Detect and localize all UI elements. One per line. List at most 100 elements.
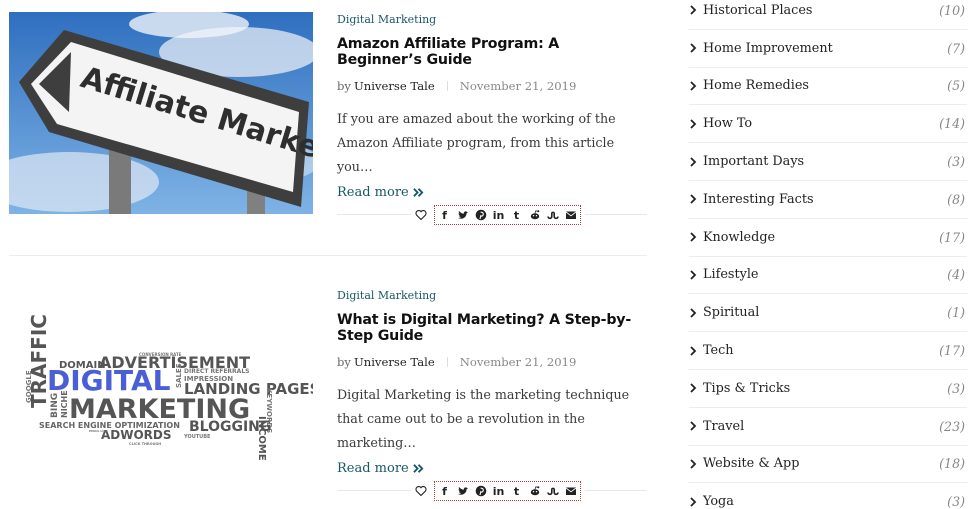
twitter-icon[interactable]	[455, 483, 470, 499]
chevron-right-icon	[690, 232, 697, 242]
chevron-right-icon	[690, 156, 697, 167]
post-body: Digital Marketing Amazon Affiliate Progr…	[337, 12, 647, 200]
post-thumbnail-affiliate-marketing[interactable]: Affiliate Marketing	[9, 12, 313, 214]
sidebar-item-label: Yoga	[703, 494, 734, 509]
sidebar-item-label: Tech	[703, 343, 734, 359]
sidebar-item-label: Lifestyle	[703, 267, 759, 283]
sidebar-item-yoga[interactable]: Yoga (3)	[689, 483, 967, 509]
stumbleupon-icon[interactable]	[545, 483, 560, 499]
sidebar-item-tips-tricks[interactable]: Tips & Tricks (3)	[689, 370, 967, 408]
svg-text:ADWORDS: ADWORDS	[101, 428, 172, 442]
sidebar-item-label: Tips & Tricks	[703, 380, 791, 396]
pinterest-icon[interactable]	[473, 207, 488, 223]
post-body: Digital Marketing What is Digital Market…	[337, 288, 647, 476]
read-more-link[interactable]: Read more	[337, 185, 424, 200]
svg-text:DIRECT REFERRALS: DIRECT REFERRALS	[184, 368, 249, 375]
sidebar-item-count: (14)	[939, 116, 965, 132]
meta-separator	[446, 81, 448, 91]
chevron-right-icon	[690, 270, 697, 280]
chevron-right-icon	[690, 345, 697, 356]
read-more-label: Read more	[337, 461, 409, 476]
svg-text:BING: BING	[50, 393, 60, 418]
facebook-icon[interactable]: f	[437, 483, 452, 499]
sidebar-item-count: (5)	[947, 78, 965, 94]
sidebar-item-count: (4)	[947, 267, 965, 283]
read-more-label: Read more	[337, 185, 409, 200]
sidebar-item-spiritual[interactable]: Spiritual (1)	[689, 294, 967, 333]
sidebar-item-label: Historical Places	[703, 2, 813, 18]
email-icon[interactable]	[563, 483, 578, 499]
by-label: by	[337, 355, 351, 369]
sidebar-item-count: (18)	[939, 456, 965, 472]
sidebar-item-count: (23)	[939, 418, 965, 434]
tumblr-icon[interactable]: t	[509, 207, 524, 223]
linkedin-icon[interactable]: in	[491, 483, 506, 499]
tumblr-icon[interactable]: t	[509, 483, 524, 499]
sidebar-item-historical-places[interactable]: Historical Places (10)	[689, 0, 967, 30]
chevron-right-icon	[690, 194, 697, 205]
like-heart-icon[interactable]	[415, 485, 427, 497]
sidebar-item-knowledge[interactable]: Knowledge (17)	[689, 219, 967, 257]
author-link[interactable]: Universe Tale	[354, 355, 435, 369]
svg-text:SALES: SALES	[175, 363, 183, 388]
sidebar-item-count: (10)	[939, 2, 965, 18]
sidebar-item-how-to[interactable]: How To (14)	[689, 105, 967, 144]
sidebar-item-label: Important Days	[703, 154, 805, 170]
twitter-icon[interactable]	[455, 207, 470, 223]
post-date: November 21, 2019	[459, 355, 577, 369]
post-thumbnail-digital-marketing[interactable]: DOMAIN ADVERTISEMENT CONVERSION RATE TRA…	[9, 288, 313, 490]
sidebar-item-count: (1)	[947, 305, 965, 321]
sidebar-item-important-days[interactable]: Important Days (3)	[689, 143, 967, 181]
sidebar-item-count: (7)	[947, 40, 965, 56]
sidebar-item-label: How To	[703, 116, 753, 132]
affiliate-marketing-image: Affiliate Marketing	[9, 12, 313, 214]
sidebar-item-tech[interactable]: Tech (17)	[689, 332, 967, 370]
chevron-right-icon	[690, 421, 697, 431]
read-more-link[interactable]: Read more	[337, 461, 424, 476]
svg-text:NICHE: NICHE	[60, 390, 69, 418]
sidebar-item-count: (8)	[947, 191, 965, 207]
linkedin-icon[interactable]: in	[491, 207, 506, 223]
post-category-link[interactable]: Digital Marketing	[337, 13, 647, 26]
like-heart-icon[interactable]	[415, 209, 427, 221]
post-card-1: Affiliate Marketing Digital Marketing Am…	[9, 12, 647, 242]
post-title[interactable]: Amazon Affiliate Program: A Beginner’s G…	[337, 36, 647, 68]
sidebar-item-interesting-facts[interactable]: Interesting Facts (8)	[689, 181, 967, 219]
sidebar-item-website-app[interactable]: Website & App (18)	[689, 446, 967, 484]
sidebar-item-label: Interesting Facts	[703, 191, 814, 207]
svg-text:GOOGLE: GOOGLE	[25, 370, 33, 403]
sidebar-item-label: Home Improvement	[703, 40, 833, 56]
chevron-right-icon	[690, 5, 697, 16]
sidebar-item-home-improvement[interactable]: Home Improvement (7)	[689, 30, 967, 68]
svg-text:YOUTUBE: YOUTUBE	[183, 434, 211, 440]
post-title[interactable]: What is Digital Marketing? A Step-by-Ste…	[337, 312, 647, 344]
sidebar-item-count: (3)	[947, 380, 965, 396]
post-category-link[interactable]: Digital Marketing	[337, 289, 647, 302]
post-excerpt: Digital Marketing is the marketing techn…	[337, 387, 630, 450]
reddit-icon[interactable]	[527, 207, 542, 223]
post-share-bar: f in t	[337, 205, 647, 225]
sidebar-item-count: (3)	[947, 494, 965, 509]
chevron-right-icon	[690, 43, 697, 53]
sidebar-item-count: (17)	[939, 229, 965, 245]
sidebar-item-count: (17)	[939, 343, 965, 359]
stumbleupon-icon[interactable]	[545, 207, 560, 223]
reddit-icon[interactable]	[527, 483, 542, 499]
post-divider	[9, 255, 647, 256]
sidebar-item-travel[interactable]: Travel (23)	[689, 408, 967, 446]
pinterest-icon[interactable]	[473, 483, 488, 499]
sidebar-item-label: Knowledge	[703, 229, 776, 245]
post-meta: by Universe Tale November 21, 2019	[337, 355, 647, 369]
chevron-right-icon	[690, 81, 697, 91]
double-chevron-right-icon	[413, 464, 424, 473]
sidebar-item-home-remedies[interactable]: Home Remedies (5)	[689, 68, 967, 106]
sidebar-item-lifestyle[interactable]: Lifestyle (4)	[689, 257, 967, 295]
author-link[interactable]: Universe Tale	[354, 79, 435, 93]
facebook-icon[interactable]: f	[437, 207, 452, 223]
email-icon[interactable]	[563, 207, 578, 223]
post-date: November 21, 2019	[459, 79, 577, 93]
post-meta: by Universe Tale November 21, 2019	[337, 79, 647, 93]
svg-text:CLICK THROUGH: CLICK THROUGH	[129, 442, 161, 446]
svg-text:INCOME: INCOME	[256, 416, 267, 461]
chevron-right-icon	[690, 119, 697, 129]
